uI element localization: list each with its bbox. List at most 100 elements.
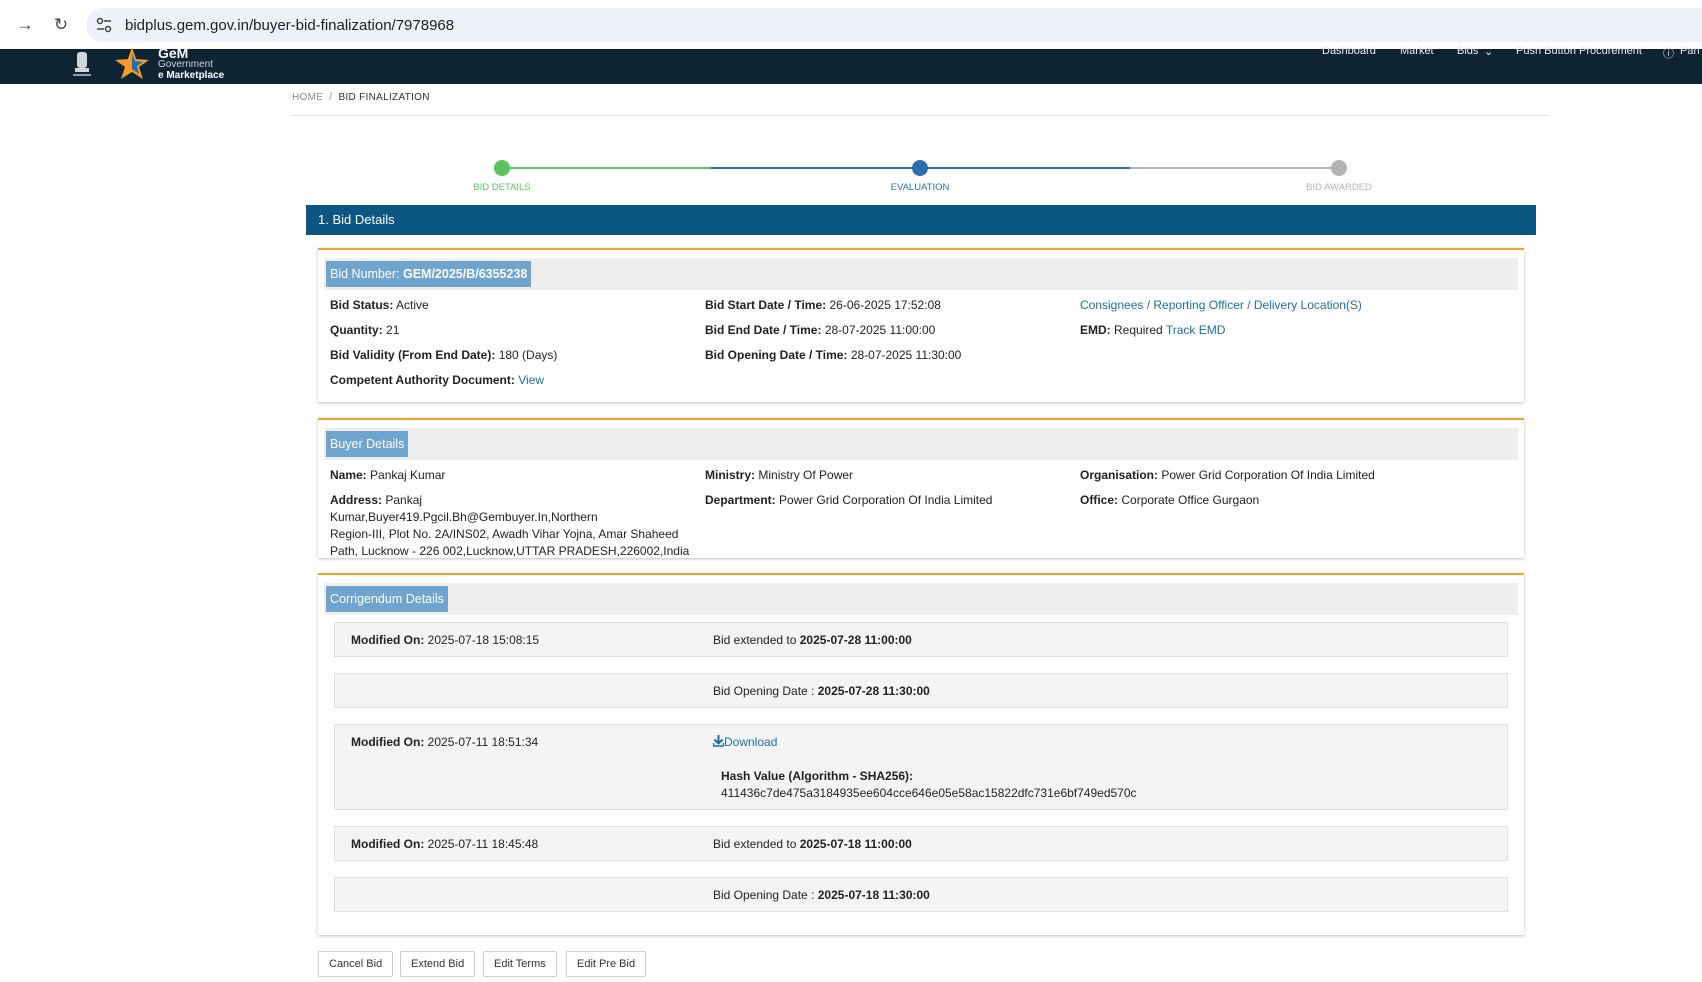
download-link[interactable]: Download xyxy=(712,735,777,749)
hash-label: Hash Value (Algorithm - SHA256): xyxy=(721,769,914,783)
modified-on-value: 2025-07-11 18:51:34 xyxy=(427,735,539,749)
office-label: Office: xyxy=(1080,493,1119,507)
download-icon xyxy=(712,735,725,747)
emd-value: Required xyxy=(1114,323,1163,337)
organisation-value: Power Grid Corporation Of India Limited xyxy=(1161,468,1375,482)
buyer-details-title: Buyer Details xyxy=(326,431,409,457)
nav-bids[interactable]: Bids xyxy=(1457,45,1478,57)
bid-start-value: 26-06-2025 17:52:08 xyxy=(829,298,941,312)
extend-bid-button[interactable]: Extend Bid xyxy=(400,951,476,977)
change-text: Bid Opening Date : xyxy=(713,684,815,698)
modified-on-value: 2025-07-18 15:08:15 xyxy=(427,633,540,647)
bid-validity-label: Bid Validity (From End Date): xyxy=(330,348,496,362)
edit-pre-bid-button[interactable]: Edit Pre Bid xyxy=(566,951,647,977)
change-text: Bid Opening Date : xyxy=(713,888,815,902)
emd-label: EMD: xyxy=(1080,323,1111,337)
stepper-line-pending xyxy=(1130,167,1339,169)
emd-field: EMD: Required Track EMD xyxy=(1080,322,1225,339)
bid-end-value: 28-07-2025 11:00:00 xyxy=(824,323,936,337)
modified-on: Modified On: 2025-07-18 15:08:15 xyxy=(351,633,539,647)
step-bid-awarded-dot xyxy=(1331,160,1347,176)
nav-user[interactable]: Pan xyxy=(1680,45,1700,57)
bid-end-field: Bid End Date / Time: 28-07-2025 11:00:00 xyxy=(705,322,935,339)
change-text: Bid extended to xyxy=(713,837,797,851)
department-label: Department: xyxy=(705,493,776,507)
corrigendum-change: Bid extended to 2025-07-18 11:00:00 xyxy=(713,837,912,851)
forward-icon[interactable]: → xyxy=(12,12,38,38)
download-text[interactable]: Download xyxy=(724,735,777,749)
buyer-name-label: Name: xyxy=(330,468,367,482)
address-bar[interactable]: bidplus.gem.gov.in/buyer-bid-finalizatio… xyxy=(86,8,1702,42)
corrigendum-row: Bid Opening Date : 2025-07-18 11:30:00 xyxy=(334,877,1508,912)
corrigendum-row: Bid Opening Date : 2025-07-28 11:30:00 xyxy=(334,673,1508,708)
consignees-link[interactable]: Consignees / Reporting Officer / Deliver… xyxy=(1080,297,1362,314)
buyer-name-value: Pankaj Kumar xyxy=(370,468,446,482)
bid-number-badge: Bid Number: GEM/2025/B/6355238 xyxy=(326,261,532,287)
step-bid-awarded-label: BID AWARDED xyxy=(1306,182,1372,193)
bid-status-label: Bid Status: xyxy=(330,298,394,312)
bid-number-card: Bid Number: GEM/2025/B/6355238 Bid Statu… xyxy=(318,248,1524,402)
bid-start-field: Bid Start Date / Time: 26-06-2025 17:52:… xyxy=(705,297,941,314)
step-evaluation-label: EVALUATION xyxy=(890,182,950,193)
quantity-field: Quantity: 21 xyxy=(330,322,399,339)
competent-authority-field: Competent Authority Document: View xyxy=(330,372,544,389)
modified-on: Modified On: 2025-07-11 18:51:34 xyxy=(351,735,538,749)
track-emd-link[interactable]: Track EMD xyxy=(1166,323,1226,337)
bid-status-field: Bid Status: Active xyxy=(330,297,429,314)
buyer-address-line2: Region-III, Plot No. 2A/INS02, Awadh Vih… xyxy=(330,527,679,541)
ministry-value: Ministry Of Power xyxy=(758,468,854,482)
change-value: 2025-07-28 11:00:00 xyxy=(799,633,912,647)
ministry-label: Ministry: xyxy=(705,468,756,482)
nav-dashboard[interactable]: Dashboard xyxy=(1322,45,1376,57)
gem-logo-icon[interactable] xyxy=(112,45,152,81)
bid-opening-label: Bid Opening Date / Time: xyxy=(705,348,848,362)
brand-government: Government xyxy=(158,59,214,70)
competent-authority-label: Competent Authority Document: xyxy=(330,373,515,387)
national-emblem-icon xyxy=(73,52,91,76)
quantity-label: Quantity: xyxy=(330,323,383,337)
breadcrumb-current: BID FINALIZATION xyxy=(338,92,430,103)
bid-number-label: Bid Number: xyxy=(330,267,400,281)
change-text: Bid extended to xyxy=(713,633,797,647)
brand-marketplace: e Marketplace xyxy=(158,70,225,81)
corrigendum-row: Modified On: 2025-07-18 15:08:15 Bid ext… xyxy=(334,622,1508,657)
bid-status-value: Active xyxy=(396,298,429,312)
reload-icon[interactable]: ↻ xyxy=(48,12,74,38)
browser-toolbar: → ↻ bidplus.gem.gov.in/buyer-bid-finaliz… xyxy=(0,0,1702,49)
breadcrumb: HOME / BID FINALIZATION xyxy=(292,92,430,103)
edit-terms-button[interactable]: Edit Terms xyxy=(483,951,557,977)
nav-market[interactable]: Market xyxy=(1400,45,1434,57)
competent-authority-view-link[interactable]: View xyxy=(518,373,544,387)
bid-opening-value: 28-07-2025 11:30:00 xyxy=(850,348,962,362)
modified-on-label: Modified On: xyxy=(351,735,425,749)
buyer-details-card: Buyer Details Name: Pankaj Kumar Address… xyxy=(318,418,1524,558)
bid-validity-field: Bid Validity (From End Date): 180 (Days) xyxy=(330,347,557,364)
hash-value: 411436c7de475a3184935ee604cce646e05e58ac… xyxy=(721,786,1137,800)
bid-validity-value: 180 (Days) xyxy=(498,348,558,362)
corrigendum-change: Bid Opening Date : 2025-07-18 11:30:00 xyxy=(713,888,930,902)
corrigendum-row: Modified On: 2025-07-11 18:51:34 Downloa… xyxy=(334,724,1508,810)
modified-on: Modified On: 2025-07-11 18:45:48 xyxy=(351,837,538,851)
change-value: 2025-07-18 11:00:00 xyxy=(799,837,912,851)
corrigendum-change: Bid Opening Date : 2025-07-28 11:30:00 xyxy=(713,684,930,698)
user-icon: ⓘ xyxy=(1663,48,1674,60)
site-settings-icon[interactable] xyxy=(96,17,112,33)
nav-push-button-procurement[interactable]: Push Button Procurement xyxy=(1516,45,1642,57)
breadcrumb-separator: / xyxy=(329,92,333,103)
office-field: Office: Corporate Office Gurgaon xyxy=(1080,492,1259,509)
office-value: Corporate Office Gurgaon xyxy=(1121,493,1260,507)
bid-start-label: Bid Start Date / Time: xyxy=(705,298,827,312)
card-title-bar xyxy=(324,583,1518,615)
corrigendum-row: Modified On: 2025-07-11 18:45:48 Bid ext… xyxy=(334,826,1508,861)
section-header-bid-details: 1. Bid Details xyxy=(306,205,1536,235)
change-value: 2025-07-18 11:30:00 xyxy=(817,888,930,902)
bid-end-label: Bid End Date / Time: xyxy=(705,323,822,337)
buyer-name-field: Name: Pankaj Kumar xyxy=(330,467,445,484)
quantity-value: 21 xyxy=(386,323,400,337)
breadcrumb-home[interactable]: HOME xyxy=(292,92,323,103)
chevron-down-icon: ⌄ xyxy=(1484,46,1494,58)
breadcrumb-divider xyxy=(292,115,1548,116)
cancel-bid-button[interactable]: Cancel Bid xyxy=(318,951,394,977)
section-title: 1. Bid Details xyxy=(318,212,395,227)
modified-on-label: Modified On: xyxy=(351,837,425,851)
